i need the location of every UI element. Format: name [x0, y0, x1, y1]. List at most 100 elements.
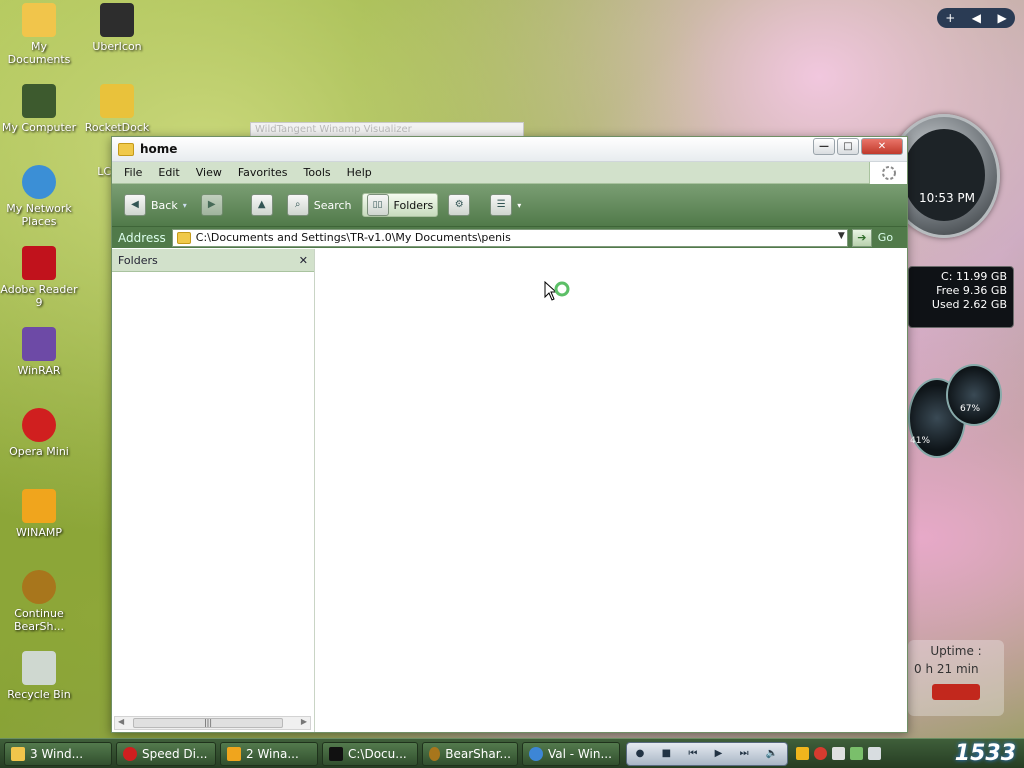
cpu-percent: 41%	[910, 436, 931, 446]
gear-icon: ⚙	[448, 194, 471, 216]
taskbar: 3 Wind... Speed Di... 2 Wina... C:\Docu.…	[0, 738, 1024, 768]
horizontal-scrollbar[interactable]: ◀ ||| ▶	[114, 716, 311, 730]
desktop-icon-my-computer[interactable]: My Computer	[0, 84, 78, 134]
views-dropdown-icon[interactable]: ▾	[517, 201, 521, 210]
network-icon[interactable]	[796, 747, 809, 760]
ubericon-icon	[100, 3, 134, 37]
address-input[interactable]: C:\Documents and Settings\TR-v1.0\My Doc…	[171, 228, 848, 247]
close-button[interactable]: ✕	[861, 138, 903, 155]
close-folders-pane-icon[interactable]: ✕	[299, 254, 308, 267]
desktop-icon-partial-lc[interactable]: LC	[78, 165, 111, 178]
search-icon: ⌕	[286, 194, 309, 216]
menu-file[interactable]: File	[116, 166, 150, 179]
desktop-icon-adobe-reader[interactable]: Adobe Reader 9	[0, 246, 78, 309]
menu-view[interactable]: View	[188, 166, 230, 179]
volume-icon[interactable]: 🔈	[766, 748, 778, 759]
next-gadget-button[interactable]: ▶	[998, 11, 1007, 25]
bear-icon	[22, 570, 56, 604]
up-button[interactable]: ▲	[247, 193, 277, 217]
desktop-icon-winrar[interactable]: WinRAR	[0, 327, 78, 377]
address-bar: Address C:\Documents and Settings\TR-v1.…	[112, 226, 907, 248]
menu-tools[interactable]: Tools	[296, 166, 339, 179]
file-list-pane[interactable]	[315, 249, 907, 732]
folder-icon	[22, 3, 56, 37]
internet-explorer-icon	[529, 746, 543, 761]
winrar-icon	[22, 327, 56, 361]
address-dropdown-icon[interactable]: ▼	[838, 231, 845, 241]
menu-help[interactable]: Help	[339, 166, 380, 179]
next-icon[interactable]: ⏭	[740, 748, 749, 759]
scroll-thumb[interactable]: |||	[133, 718, 283, 728]
media-player-toolbar: ● ■ ⏮ ▶ ⏭ 🔈	[626, 741, 788, 766]
back-dropdown-icon[interactable]: ▾	[183, 201, 187, 210]
views-button[interactable]: ☰ ▾	[486, 193, 525, 217]
clock-time: 10:53 PM	[919, 191, 975, 205]
desktop-icon-recycle-bin[interactable]: Recycle Bin	[0, 651, 78, 701]
menu-favorites[interactable]: Favorites	[230, 166, 296, 179]
folders-pane[interactable]: Folders ✕ ◀ ||| ▶	[112, 249, 315, 732]
drive-gadget[interactable]: C: 11.99 GB Free 9.36 GB Used 2.62 GB	[908, 266, 1014, 328]
drive-used: Used 2.62 GB	[931, 298, 1007, 311]
folder-icon	[118, 142, 134, 156]
explorer-window[interactable]: home — □ ✕ File Edit View Favorites Tool…	[111, 136, 908, 733]
menu-bar: File Edit View Favorites Tools Help	[112, 162, 907, 184]
desktop-icon-ubericon[interactable]: UberIcon	[78, 3, 156, 53]
folders-button[interactable]: ▯▯ Folders	[361, 193, 439, 217]
busy-cursor-icon	[544, 280, 572, 305]
computer-icon	[22, 84, 56, 118]
desktop-icon-winamp[interactable]: WINAMP	[0, 489, 78, 539]
desktop-icon-rocketdock[interactable]: RocketDock	[78, 84, 156, 134]
settings-button[interactable]: ⚙	[444, 193, 474, 217]
title-bar[interactable]: home — □ ✕	[112, 137, 907, 162]
power-button[interactable]	[932, 684, 980, 700]
taskbar-item-ie[interactable]: Val - Win...	[522, 741, 620, 766]
system-gauges[interactable]: 41% 67%	[908, 360, 1008, 460]
address-label: Address	[118, 230, 166, 245]
memory-gauge	[946, 364, 1002, 426]
taskbar-item-bearshare[interactable]: BearShar...	[422, 741, 518, 766]
monitor-icon[interactable]	[868, 747, 881, 760]
minimize-button[interactable]: —	[813, 138, 835, 155]
go-button[interactable]: ➔ Go	[851, 228, 893, 247]
add-gadget-button[interactable]: +	[945, 11, 955, 25]
desktop-icon-my-network[interactable]: My Network Places	[0, 165, 78, 228]
search-button[interactable]: ⌕ Search	[283, 193, 356, 217]
taskbar-item-7zip[interactable]: C:\Docu...	[322, 741, 418, 766]
drive-size: C: 11.99 GB	[941, 270, 1007, 283]
menu-edit[interactable]: Edit	[150, 166, 187, 179]
uptime-gadget[interactable]: Uptime : 0 h 21 min	[908, 640, 1004, 716]
gadget-controls[interactable]: + ◀ ▶	[937, 8, 1015, 28]
back-button[interactable]: ◀ Back ▾	[120, 193, 191, 217]
volume-tray-icon[interactable]	[832, 747, 845, 760]
maximize-button[interactable]: □	[837, 138, 859, 155]
security-alert-icon[interactable]	[814, 747, 827, 760]
desktop-icon-bearshare[interactable]: Continue BearSh...	[0, 570, 78, 633]
recycle-bin-icon	[22, 651, 56, 685]
folders-icon: ▯▯	[366, 194, 389, 216]
folder-icon	[176, 231, 191, 244]
desktop-icon-opera-mini[interactable]: Opera Mini	[0, 408, 78, 458]
back-arrow-icon: ◀	[124, 194, 146, 216]
windows-throbber-icon	[869, 162, 907, 184]
taskbar-item-opera[interactable]: Speed Di...	[116, 741, 216, 766]
forward-button[interactable]: ▶	[197, 193, 227, 217]
scroll-right-icon[interactable]: ▶	[301, 717, 307, 726]
scroll-left-icon[interactable]: ◀	[118, 717, 124, 726]
taskbar-item-winamp-group[interactable]: 2 Wina...	[220, 741, 318, 766]
folders-pane-header: Folders ✕	[112, 249, 314, 272]
play-pause-icon[interactable]: ▶	[715, 748, 723, 759]
stop-icon[interactable]: ■	[662, 748, 671, 759]
desktop-icon-my-documents[interactable]: My Documents	[0, 3, 78, 66]
play-icon[interactable]: ●	[636, 748, 645, 759]
clock-face	[903, 129, 985, 221]
previous-icon[interactable]: ⏮	[688, 748, 697, 759]
7zip-icon	[329, 746, 343, 761]
prev-gadget-button[interactable]: ◀	[972, 11, 981, 25]
memory-percent: 67%	[960, 404, 981, 414]
system-tray	[796, 747, 881, 760]
device-icon[interactable]	[850, 747, 863, 760]
content-area: Folders ✕ ◀ ||| ▶	[112, 249, 907, 732]
taskbar-item-explorer-group[interactable]: 3 Wind...	[4, 741, 112, 766]
taskbar-clock[interactable]: 1533	[955, 738, 1016, 768]
folders-pane-title: Folders	[118, 253, 158, 267]
